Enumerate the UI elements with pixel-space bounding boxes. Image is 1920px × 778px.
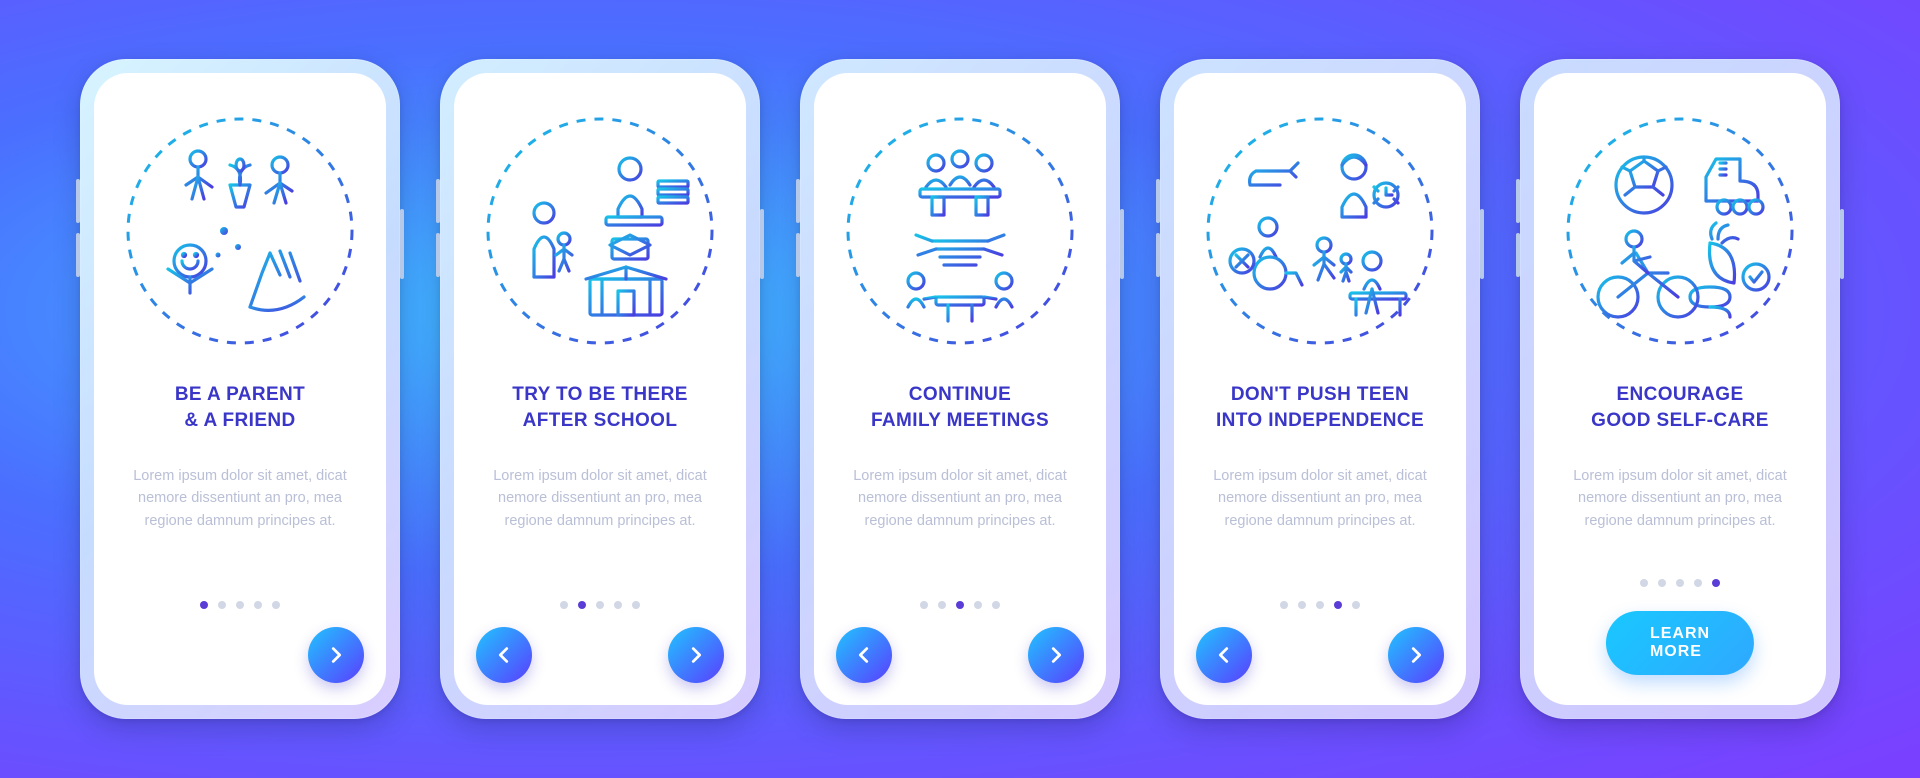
prev-button[interactable] [836,627,892,683]
learn-more-button[interactable]: LEARN MORE [1606,611,1754,675]
dot [992,601,1000,609]
screen-subtitle: Lorem ipsum dolor sit amet, dicat nemore… [1560,465,1800,532]
dot [632,601,640,609]
dot [236,601,244,609]
dot [938,601,946,609]
phone-frame-1: BE A PARENT & A FRIEND Lorem ipsum dolor… [80,59,400,719]
page-indicator [560,601,640,609]
screen-subtitle: Lorem ipsum dolor sit amet, dicat nemore… [120,465,360,532]
dot [1640,579,1648,587]
independence-icon [1200,111,1440,351]
dot [1316,601,1324,609]
phone-frame-5: ENCOURAGE GOOD SELF-CARE Lorem ipsum dol… [1520,59,1840,719]
chevron-left-icon [493,644,515,666]
parent-friend-icon [120,111,360,351]
next-button[interactable] [308,627,364,683]
screen-title: DON'T PUSH TEEN INTO INDEPENDENCE [1216,381,1424,435]
screen-4: DON'T PUSH TEEN INTO INDEPENDENCE Lorem … [1174,73,1466,705]
dot [1712,579,1720,587]
dot [1334,601,1342,609]
chevron-left-icon [853,644,875,666]
page-indicator [1280,601,1360,609]
dot [218,601,226,609]
dot [254,601,262,609]
family-meetings-icon [840,111,1080,351]
chevron-right-icon [1405,644,1427,666]
dot [1658,579,1666,587]
dot [614,601,622,609]
phone-frame-2: TRY TO BE THERE AFTER SCHOOL Lorem ipsum… [440,59,760,719]
screen-subtitle: Lorem ipsum dolor sit amet, dicat nemore… [840,465,1080,532]
dot [956,601,964,609]
next-button[interactable] [1388,627,1444,683]
prev-button[interactable] [476,627,532,683]
chevron-left-icon [1213,644,1235,666]
chevron-right-icon [325,644,347,666]
next-button[interactable] [1028,627,1084,683]
dot [200,601,208,609]
screen-2: TRY TO BE THERE AFTER SCHOOL Lorem ipsum… [454,73,746,705]
dot [1694,579,1702,587]
dot [578,601,586,609]
phone-frame-3: CONTINUE FAMILY MEETINGS Lorem ipsum dol… [800,59,1120,719]
page-indicator [920,601,1000,609]
screen-subtitle: Lorem ipsum dolor sit amet, dicat nemore… [480,465,720,532]
dot [1298,601,1306,609]
prev-button[interactable] [1196,627,1252,683]
self-care-icon [1560,111,1800,351]
after-school-icon [480,111,720,351]
onboarding-carousel: BE A PARENT & A FRIEND Lorem ipsum dolor… [80,59,1840,719]
dot [272,601,280,609]
dot [974,601,982,609]
phone-frame-4: DON'T PUSH TEEN INTO INDEPENDENCE Lorem … [1160,59,1480,719]
dot [920,601,928,609]
page-indicator [200,601,280,609]
dot [1280,601,1288,609]
screen-3: CONTINUE FAMILY MEETINGS Lorem ipsum dol… [814,73,1106,705]
dot [560,601,568,609]
screen-title: BE A PARENT & A FRIEND [175,381,305,435]
screen-title: TRY TO BE THERE AFTER SCHOOL [512,381,688,435]
chevron-right-icon [1045,644,1067,666]
screen-5: ENCOURAGE GOOD SELF-CARE Lorem ipsum dol… [1534,73,1826,705]
screen-1: BE A PARENT & A FRIEND Lorem ipsum dolor… [94,73,386,705]
dot [596,601,604,609]
chevron-right-icon [685,644,707,666]
dot [1352,601,1360,609]
next-button[interactable] [668,627,724,683]
screen-title: ENCOURAGE GOOD SELF-CARE [1591,381,1769,435]
page-indicator [1640,579,1720,587]
screen-subtitle: Lorem ipsum dolor sit amet, dicat nemore… [1200,465,1440,532]
dot [1676,579,1684,587]
screen-title: CONTINUE FAMILY MEETINGS [871,381,1049,435]
